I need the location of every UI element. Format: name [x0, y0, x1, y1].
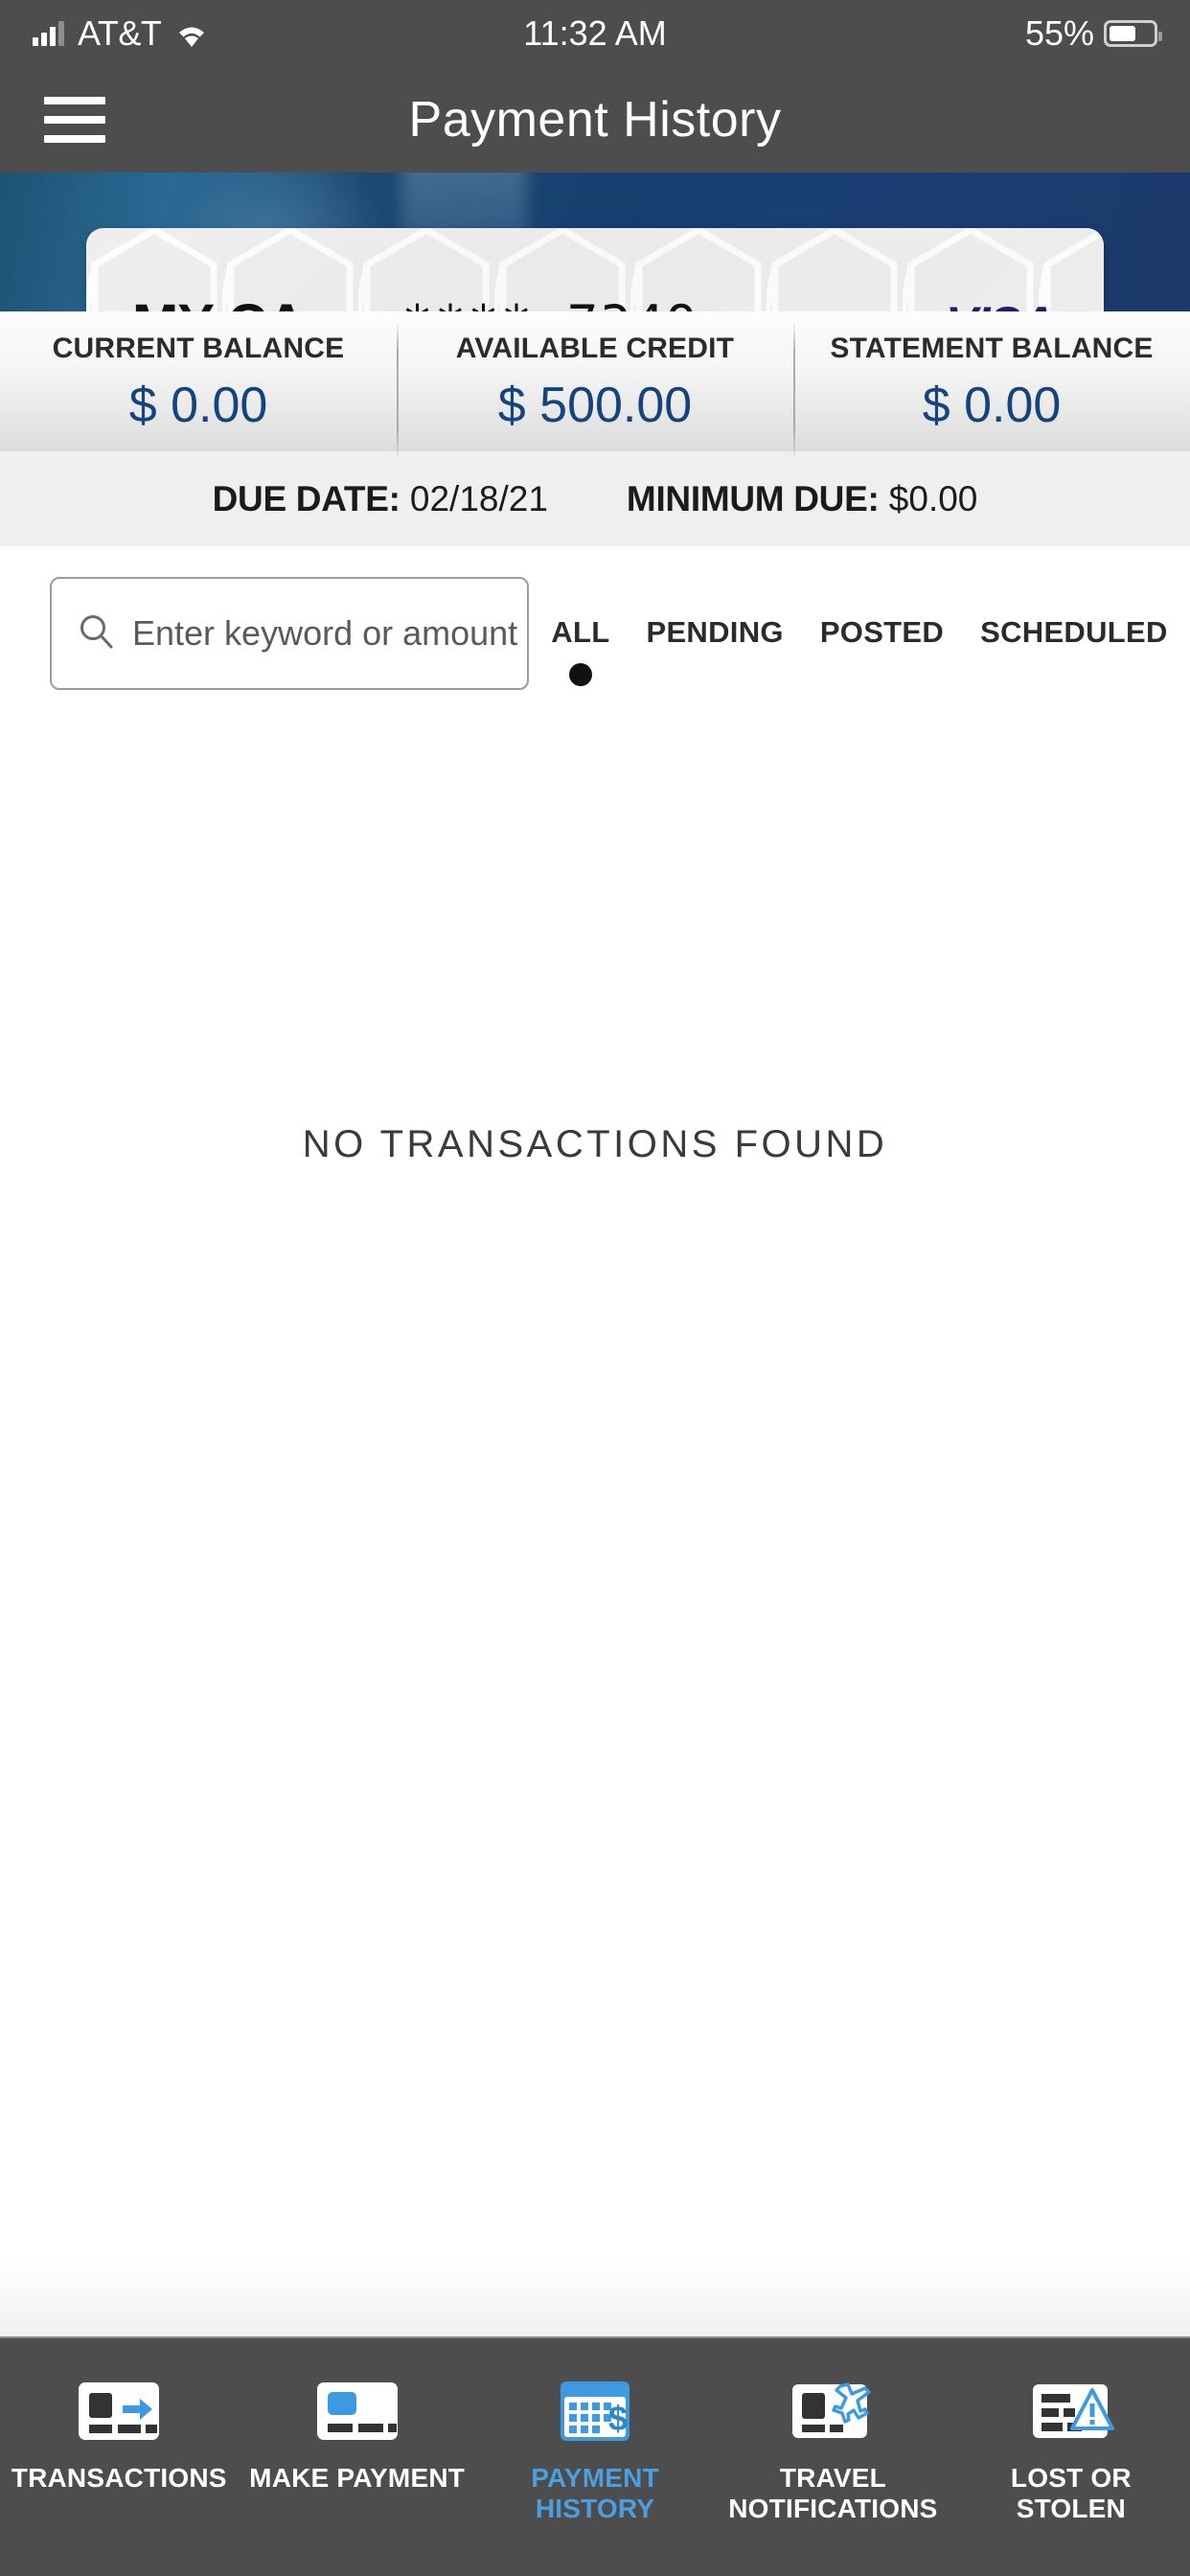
tab-all[interactable]: ALL — [551, 615, 609, 686]
search-input[interactable]: Enter keyword or amount — [50, 577, 529, 690]
balance-value: $ 0.00 — [128, 377, 268, 433]
nav-item-transactions[interactable]: TRANSACTIONS — [0, 2379, 238, 2494]
due-date-label: DUE DATE: — [212, 478, 400, 518]
tab-active-indicator — [870, 663, 893, 686]
nav-label: LOST OR STOLEN — [1010, 2463, 1132, 2523]
battery-percent-label: 55% — [1024, 13, 1094, 53]
search-placeholder: Enter keyword or amount — [132, 613, 518, 653]
nav-label: TRANSACTIONS — [11, 2463, 227, 2493]
status-bar-left: AT&T — [33, 13, 209, 54]
tab-label: POSTED — [819, 615, 945, 649]
nav-item-lost-or-stolen[interactable]: LOST OR STOLEN — [952, 2379, 1190, 2524]
balance-value: $ 500.00 — [497, 377, 693, 433]
card-hero-banner: MY CA... **** 7349 VISA — [0, 172, 1190, 311]
status-bar: AT&T 11:32 AM 55% — [0, 0, 1190, 67]
nav-label: MAKE PAYMENT — [249, 2463, 466, 2493]
balance-label: CURRENT BALANCE — [52, 332, 345, 364]
card-details-row: MY CA... **** 7349 VISA — [86, 281, 1104, 312]
tab-scheduled[interactable]: SCHEDULED — [980, 615, 1168, 686]
nav-label: TRAVEL NOTIFICATIONS — [728, 2463, 938, 2523]
search-icon — [77, 612, 115, 656]
minimum-due: MINIMUM DUE: $0.00 — [627, 479, 977, 519]
tab-pending[interactable]: PENDING — [646, 615, 783, 686]
minimum-due-label: MINIMUM DUE: — [626, 478, 880, 518]
bottom-navigation-bar: TRANSACTIONS MAKE PAYMENT $ PAYMENT HIST… — [0, 2336, 1190, 2576]
svg-text:$: $ — [608, 2399, 628, 2438]
due-info-row: DUE DATE: 02/18/21 MINIMUM DUE: $0.00 — [0, 450, 1190, 546]
tab-label: ALL — [551, 615, 610, 649]
card-airplane-icon — [789, 2379, 877, 2444]
nav-item-make-payment[interactable]: MAKE PAYMENT — [238, 2379, 475, 2494]
card-nickname: MY CA... — [132, 292, 350, 312]
balance-label: STATEMENT BALANCE — [830, 332, 1154, 364]
balance-available-credit: AVAILABLE CREDIT $ 500.00 — [397, 320, 793, 459]
balance-current: CURRENT BALANCE $ 0.00 — [0, 329, 397, 434]
tab-posted[interactable]: POSTED — [820, 615, 944, 686]
balance-summary-row: CURRENT BALANCE $ 0.00 AVAILABLE CREDIT … — [0, 311, 1190, 459]
nav-item-payment-history[interactable]: $ PAYMENT HISTORY — [476, 2379, 714, 2524]
tab-active-indicator — [1063, 663, 1086, 686]
app-root: AT&T 11:32 AM 55% Payment History CURREN… — [0, 0, 1190, 2576]
visa-logo: VISA — [946, 296, 1055, 311]
minimum-due-value: $0.00 — [888, 478, 978, 518]
filter-bar: Enter keyword or amount ALL PENDING POST… — [0, 546, 1190, 711]
card-masked-number: **** 7349 — [401, 294, 699, 312]
hamburger-menu-icon[interactable] — [44, 97, 105, 143]
nav-item-travel-notifications[interactable]: TRAVEL NOTIFICATIONS — [714, 2379, 951, 2524]
card-chip-icon — [313, 2379, 401, 2444]
credit-card-summary[interactable]: MY CA... **** 7349 VISA — [86, 228, 1104, 311]
battery-icon — [1104, 20, 1162, 47]
transaction-filter-tabs: ALL PENDING POSTED SCHEDULED — [529, 577, 1190, 686]
calendar-dollar-icon: $ — [551, 2379, 639, 2444]
nav-label: PAYMENT HISTORY — [531, 2463, 659, 2523]
balance-value: $ 0.00 — [922, 377, 1062, 433]
tab-label: SCHEDULED — [980, 615, 1168, 649]
card-arrow-icon — [75, 2379, 163, 2444]
due-date-value: 02/18/21 — [409, 478, 548, 518]
app-header: Payment History — [0, 67, 1190, 172]
tab-label: PENDING — [646, 615, 784, 649]
due-date: DUE DATE: 02/18/21 — [213, 479, 548, 519]
tab-active-indicator — [568, 663, 592, 686]
cellular-signal-icon — [33, 21, 64, 46]
nav-fade-gradient — [0, 2260, 1190, 2336]
status-bar-right: 55% — [1024, 13, 1162, 54]
transaction-list-area: NO TRANSACTIONS FOUND — [0, 711, 1190, 2336]
tab-active-indicator — [703, 663, 726, 686]
carrier-label: AT&T — [78, 13, 162, 53]
balance-label: AVAILABLE CREDIT — [455, 332, 735, 364]
page-title: Payment History — [408, 92, 782, 148]
card-warning-icon — [1027, 2379, 1115, 2444]
wifi-icon — [174, 20, 209, 47]
empty-state-message: NO TRANSACTIONS FOUND — [302, 1123, 888, 1165]
balance-statement: STATEMENT BALANCE $ 0.00 — [793, 320, 1190, 459]
